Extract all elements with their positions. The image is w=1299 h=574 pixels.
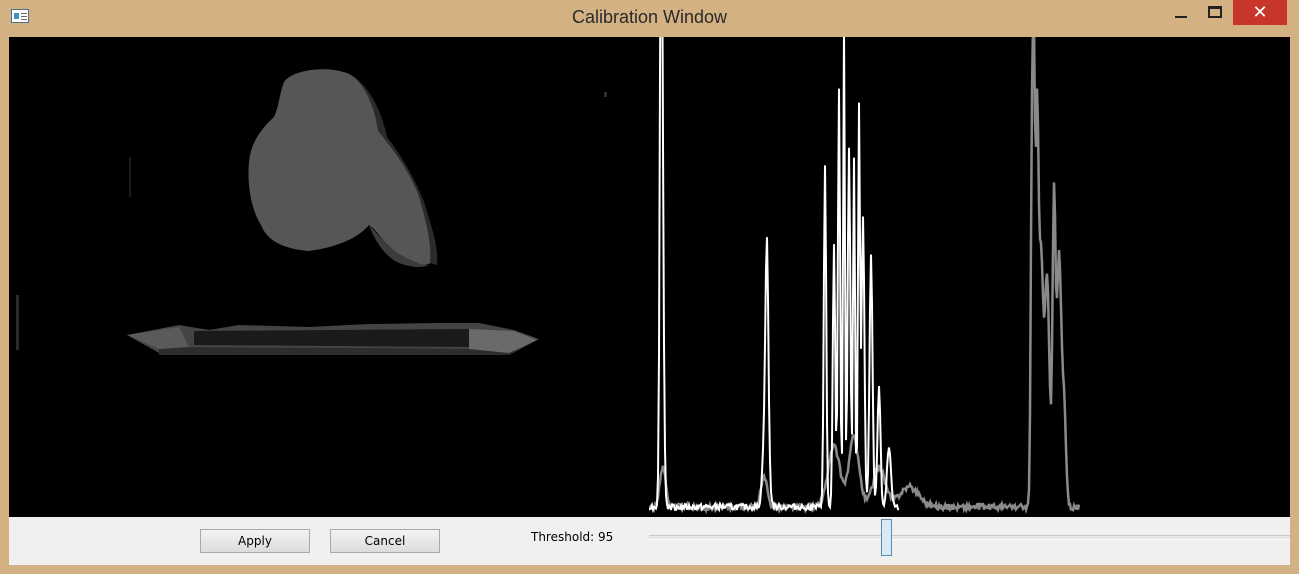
calibration-window: Calibration Window ✕ Apply Cancel Thresh… [0,0,1299,574]
close-icon: ✕ [1252,2,1268,22]
depth-image-view [9,37,649,517]
depth-table-gap [194,329,471,347]
maximize-button[interactable] [1200,0,1230,26]
depth-edge-speck [129,157,131,197]
threshold-slider-thumb[interactable] [881,519,892,556]
close-button[interactable]: ✕ [1233,0,1287,25]
depth-edge-speck [604,92,607,97]
title-bar[interactable]: Calibration Window ✕ [0,0,1299,37]
depth-edge-speck [16,295,19,350]
client-area: Apply Cancel Threshold: 95 [9,37,1290,565]
histogram-view [649,37,1290,517]
threshold-label: Threshold: 95 [531,530,614,544]
apply-button[interactable]: Apply [200,529,310,553]
minimize-button[interactable] [1166,0,1196,26]
bottom-toolbar: Apply Cancel Threshold: 95 [9,517,1290,565]
threshold-slider-track[interactable] [649,535,1290,540]
cancel-button[interactable]: Cancel [330,529,440,553]
window-title: Calibration Window [571,7,728,27]
